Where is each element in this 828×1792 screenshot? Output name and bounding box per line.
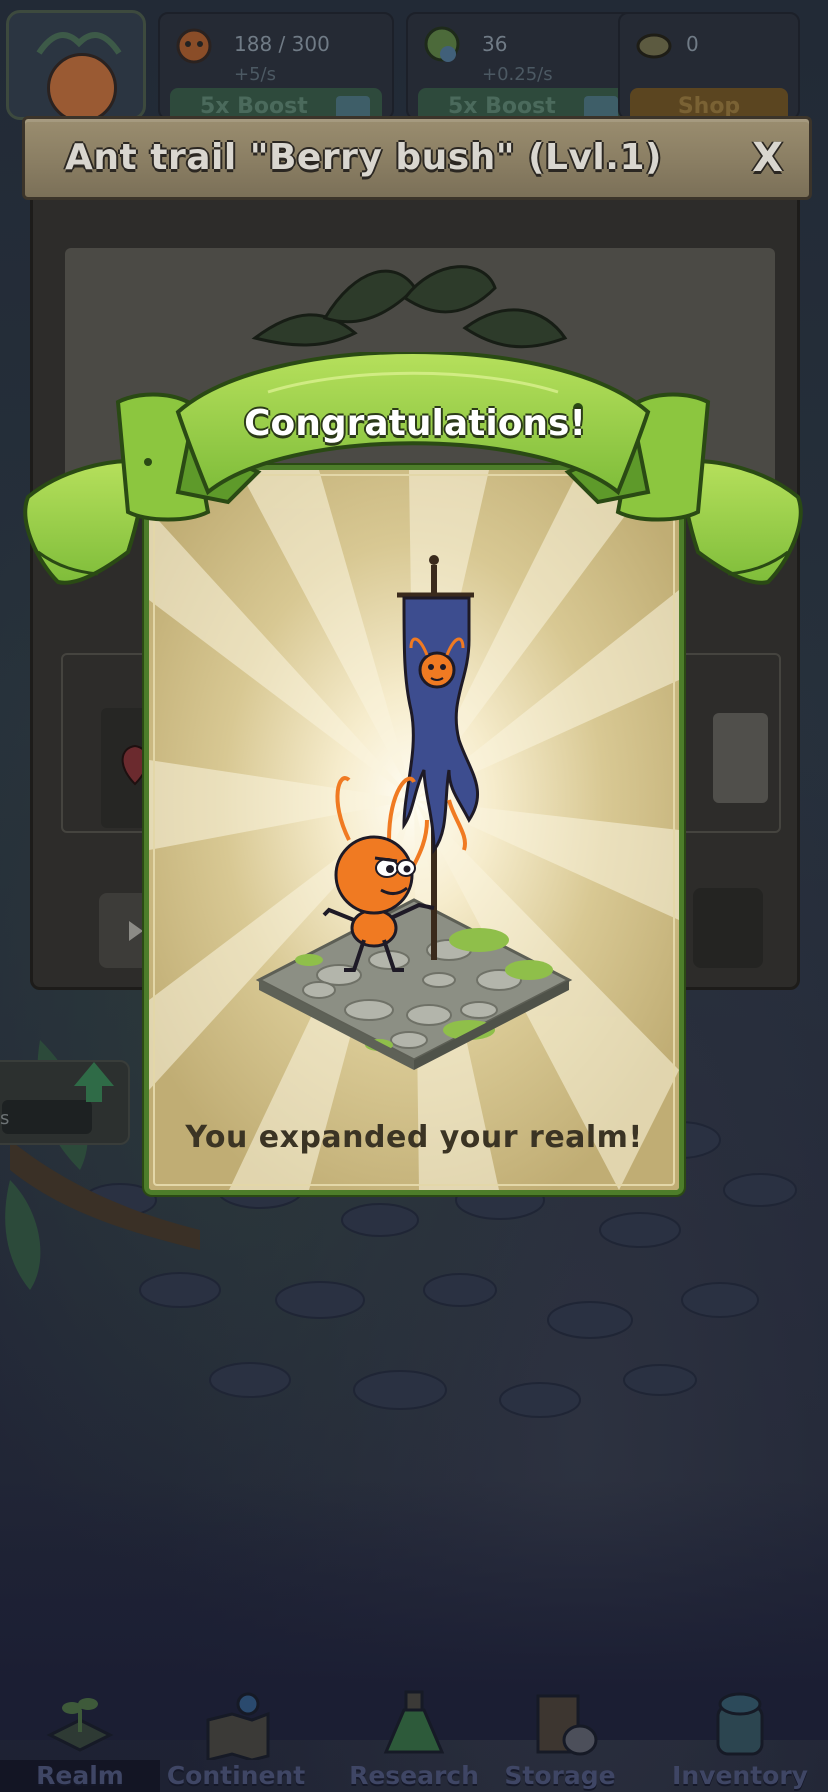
ants-rate: +5/s <box>234 64 276 85</box>
realm-expanded-message: You expanded your realm! <box>185 1120 643 1155</box>
nav-research[interactable]: Research <box>334 1690 494 1792</box>
dialog-title: Ant trail "Berry bush" (Lvl.1) <box>65 137 662 178</box>
nav-storage[interactable]: Storage <box>480 1694 640 1792</box>
potion-icon <box>383 1690 445 1754</box>
beetle-icon <box>636 33 672 59</box>
beetles-resource: 0 Shop <box>618 12 800 128</box>
congratulations-title: Congratulations! <box>244 403 586 444</box>
seeds-resource: 36 +0.25/s 5x Boost <box>406 12 642 128</box>
backpack-icon <box>716 1692 764 1756</box>
avatar <box>47 53 117 123</box>
nav-realm[interactable]: Realm <box>0 1698 160 1792</box>
queen-avatar[interactable] <box>6 10 146 123</box>
beetles-count: 0 <box>686 32 699 56</box>
leaf-ribbon <box>23 352 803 585</box>
seeds-count: 36 <box>482 32 508 56</box>
box-icon <box>536 1694 598 1756</box>
seedling-icon <box>46 1698 114 1752</box>
nav-label: Inventory <box>672 1761 808 1790</box>
dialog-title-bar: Ant trail "Berry bush" (Lvl.1) X <box>22 116 812 200</box>
dialog-action-button[interactable] <box>693 888 763 968</box>
nav-label: Continent <box>166 1761 306 1790</box>
seed-icon <box>424 26 460 62</box>
side-panel-bar <box>2 1100 92 1134</box>
bottom-navigation: Realm Continent Research Storage Invento… <box>0 1690 828 1792</box>
arrow-up-icon <box>74 1062 114 1086</box>
dialog-slot <box>713 713 768 803</box>
map-icon <box>206 1692 270 1760</box>
ant-head-icon <box>176 28 212 64</box>
upgrade-side-panel[interactable] <box>0 1060 130 1145</box>
nav-continent[interactable]: Continent <box>156 1692 316 1792</box>
resource-bar: 188 / 300 +5/s 5x Boost 36 +0.25/s 5x Bo… <box>0 0 828 128</box>
nav-label: Storage <box>504 1761 616 1790</box>
nav-inventory[interactable]: Inventory <box>660 1692 820 1792</box>
nav-label: Research <box>349 1761 479 1790</box>
ants-count: 188 / 300 <box>234 32 330 56</box>
side-panel-label: s <box>0 1108 10 1129</box>
seeds-rate: +0.25/s <box>482 64 553 85</box>
nav-label: Realm <box>36 1761 124 1790</box>
close-button[interactable]: X <box>752 135 783 181</box>
ants-resource: 188 / 300 +5/s 5x Boost <box>158 12 394 128</box>
